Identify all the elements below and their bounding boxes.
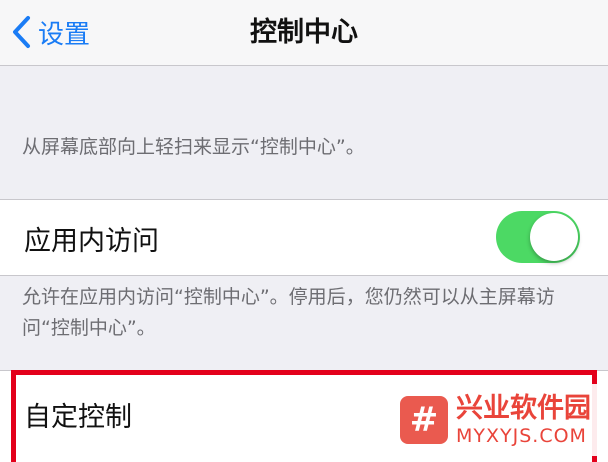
access-footer-text: 允许在应用内访问“控制中心”。停用后，您仍然可以从主屏幕访问“控制中心”。 xyxy=(22,286,555,339)
access-in-apps-toggle[interactable] xyxy=(496,211,580,263)
watermark-url: MYXYJS.COM xyxy=(456,425,587,447)
toggle-knob xyxy=(530,213,578,261)
watermark-logo-icon: # xyxy=(400,396,448,444)
watermark-name: 兴业软件园 xyxy=(456,393,591,424)
control-center-settings-screen: 设置 控制中心 从屏幕底部向上轻扫来显示“控制中心”。 应用内访问 允许在应用内… xyxy=(0,0,608,462)
intro-footer-text: 从屏幕底部向上轻扫来显示“控制中心”。 xyxy=(22,136,365,158)
page-title: 控制中心 xyxy=(250,17,358,48)
navigation-bar: 设置 控制中心 xyxy=(0,0,608,66)
watermark-text: 兴业软件园 MYXYJS.COM xyxy=(456,393,591,447)
access-in-apps-label: 应用内访问 xyxy=(24,226,159,257)
watermark: # 兴业软件园 MYXYJS.COM xyxy=(392,384,604,456)
access-in-apps-row: 应用内访问 xyxy=(0,199,608,276)
